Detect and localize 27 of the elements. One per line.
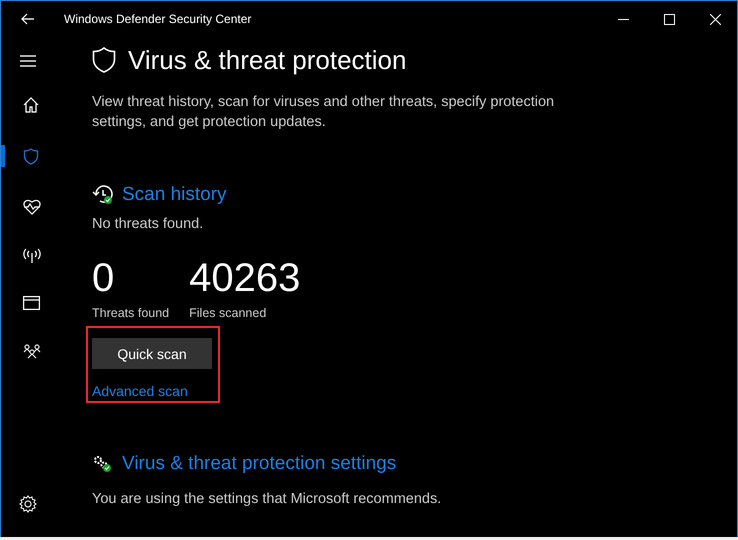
settings-description: You are using the settings that Microsoft recommends. — [92, 490, 442, 509]
gears-icon — [92, 454, 114, 474]
section-heading[interactable]: Virus & threat protection settings — [122, 453, 396, 475]
maximize-icon[interactable] — [664, 14, 675, 24]
shield-icon — [23, 148, 39, 164]
stat-label: Threats found — [92, 306, 170, 320]
settings-icon[interactable] — [19, 495, 37, 513]
window-title: Windows Defender Security Center — [64, 12, 252, 26]
section-heading[interactable]: Scan history — [122, 184, 227, 206]
page-description: View threat history, scan for viruses and other threats, specify protection settings, and get protection updates. — [92, 93, 556, 132]
stat-value: 0 — [92, 255, 116, 302]
browser-window-icon — [23, 296, 40, 310]
shield-icon — [92, 47, 116, 74]
quick-scan-button[interactable]: Quick scan — [92, 338, 212, 369]
antenna-icon — [23, 247, 41, 263]
stat-label: Files scanned — [189, 306, 268, 320]
history-clock-icon — [92, 185, 114, 205]
page-title: Virus & threat protection — [128, 45, 406, 76]
back-icon[interactable] — [21, 13, 35, 25]
home-icon — [23, 97, 39, 113]
advanced-scan-link[interactable]: Advanced scan — [92, 383, 218, 399]
stat-value: 40263 — [189, 255, 300, 302]
heart-icon — [23, 199, 41, 215]
close-icon[interactable] — [710, 14, 721, 24]
people-icon — [23, 344, 41, 358]
scan-status: No threats found. — [92, 216, 204, 232]
menu-icon[interactable] — [20, 55, 36, 67]
